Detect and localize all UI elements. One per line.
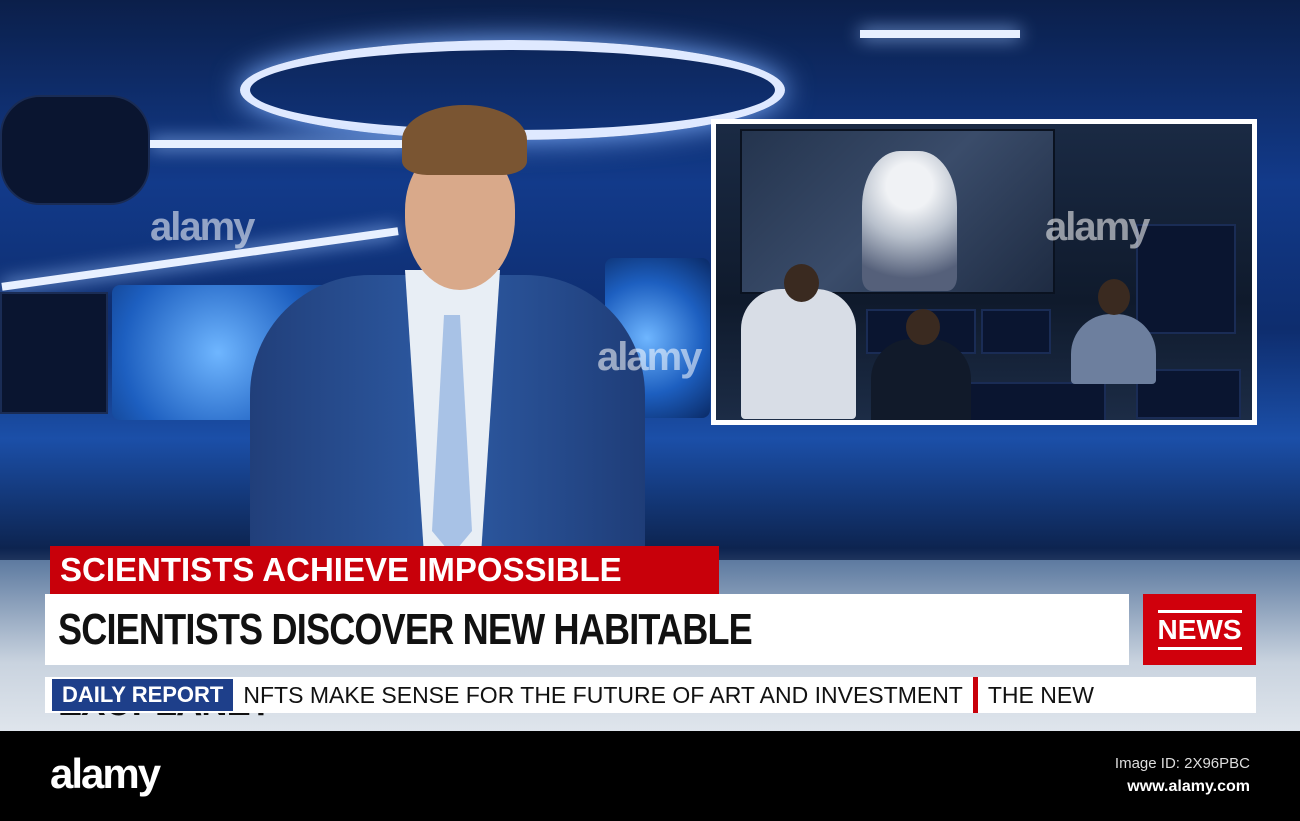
- ticker-item: THE NEW: [987, 681, 1094, 708]
- image-id: Image ID: 2X96PBC: [1114, 755, 1250, 772]
- astronaut: [862, 151, 957, 291]
- alamy-logo: alamy: [50, 750, 161, 797]
- studio-monitor: [0, 95, 150, 205]
- news-ticker: DAILY REPORT NFTS MAKE SENSE FOR THE FUT…: [45, 677, 1256, 713]
- stock-footer: [0, 731, 1300, 821]
- watermark: alamy: [597, 335, 702, 379]
- headline-banner: SCIENTISTS DISCOVER NEW HABITABLE EXOPLA…: [45, 594, 1129, 725]
- ticker-label: DAILY REPORT: [52, 679, 234, 711]
- ceiling-light: [860, 30, 1020, 38]
- news-badge-text: NEWS: [1157, 609, 1242, 650]
- kicker-banner: SCIENTISTS ACHIEVE IMPOSSIBLE: [50, 546, 719, 594]
- news-anchor: [220, 105, 650, 555]
- studio-monitor: [0, 292, 108, 414]
- watermark: alamy: [1045, 205, 1150, 249]
- headline-text: SCIENTISTS DISCOVER NEW HABITABLE EXOPLA…: [58, 605, 753, 725]
- watermark: alamy: [150, 205, 255, 249]
- inset-video-control-room: [711, 119, 1257, 425]
- ticker-item: NFTS MAKE SENSE FOR THE FUTURE OF ART AN…: [243, 681, 963, 708]
- news-badge: NEWS: [1143, 594, 1256, 665]
- site-url: www.alamy.com: [1127, 778, 1250, 795]
